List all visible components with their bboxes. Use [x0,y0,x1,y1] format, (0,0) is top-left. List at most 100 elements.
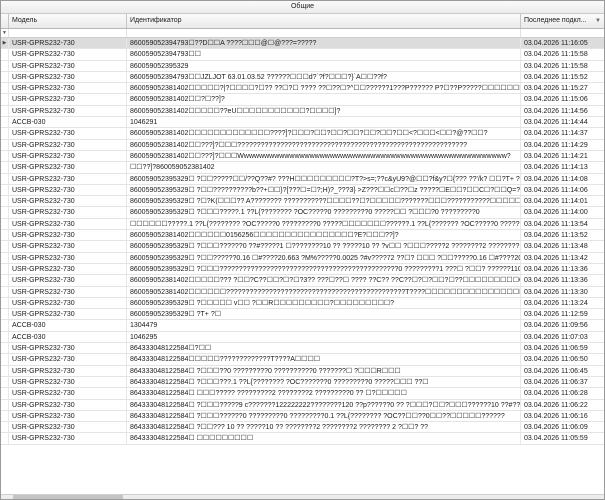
table-row[interactable]: USR-GPRS232-730 860059052395329☐ ?T+ ?☐ 03… [1,309,604,321]
cell-model[interactable]: USR-GPRS232-730 [9,388,127,399]
cell-last-connection[interactable]: 03.04.2026 11:09:56 [521,320,604,330]
cell-identifier[interactable]: 864333048122584☐☐☐☐☐?????????????T????A☐… [127,354,521,365]
table-row[interactable]: USR-GPRS232-730 860059052395329 03.04.2026… [1,60,604,72]
row-indicator[interactable] [1,173,9,184]
cell-identifier[interactable]: 864333048122584☐ ?☐☐??? 10 ?? ?????10 ??… [127,422,521,433]
cell-last-connection[interactable]: 03.04.2026 11:13:24 [521,298,604,308]
funnel-icon[interactable]: ▼ [1,29,9,37]
cell-identifier[interactable]: 1046291 [127,117,521,128]
row-indicator[interactable] [1,297,9,309]
table-row[interactable]: USR-GPRS232-730 ☐☐☐☐☐☐?????.1 ??L{???????… [1,218,604,231]
cell-model[interactable]: USR-GPRS232-730 [9,297,127,309]
cell-identifier[interactable]: 860059052381402☐☐☐☐☐??? ?☐☐?C??☐☐?☐?☐?3?… [127,275,521,286]
table-row[interactable]: ▶ USR-GPRS232-730 860059052394793☐??D☐☐A ?… [1,38,604,50]
cell-last-connection[interactable]: 03.04.2026 11:14:37 [521,128,604,138]
cell-last-connection[interactable]: 03.04.2026 11:06:16 [521,411,604,421]
table-row[interactable]: USR-GPRS232-730 860059052395329☐ ?☐☐?????… [1,173,604,185]
row-indicator[interactable] [1,309,9,320]
cell-model[interactable]: USR-GPRS232-730 [9,275,127,286]
cell-last-connection[interactable]: 03.04.2026 11:05:59 [521,433,604,443]
cell-model[interactable]: USR-GPRS232-730 [9,60,127,71]
cell-identifier[interactable]: 860059052395329☐ ?☐☐☐?????.1 ??L{???????… [127,207,521,218]
filter-cell-last-connection[interactable] [521,29,604,37]
cell-last-connection[interactable]: 03.04.2026 11:14:21 [521,151,604,161]
cell-identifier[interactable]: 860059052395329☐ ?T+ ?☐ [127,309,521,320]
cell-identifier[interactable]: 860059052395329☐ ?☐☐??????????b??+☐☐}?[?… [127,184,521,196]
table-row[interactable]: USR-GPRS232-730 860059052394793☐☐JZLJOT 6… [1,71,604,84]
cell-identifier[interactable]: 860059052395329☐ ?☐☐??????0.16 ☐#????20.… [127,252,521,263]
cell-identifier[interactable]: 860059052394793☐☐ [127,49,521,60]
cell-last-connection[interactable]: 03.04.2026 11:14:44 [521,117,604,127]
cell-last-connection[interactable]: 03.04.2026 11:14:08 [521,174,604,184]
table-row[interactable]: USR-GPRS232-730 860059052381402☐☐???]?☐☐☐… [1,139,604,151]
cell-identifier[interactable]: 860059052395329☐ ?☐☐?????☐☐/??Q??#? ???H… [127,173,521,184]
row-indicator[interactable] [1,275,9,286]
row-indicator[interactable] [1,354,9,365]
row-indicator[interactable] [1,71,9,83]
cell-model[interactable]: USR-GPRS232-730 [9,286,127,297]
cell-identifier[interactable]: 1304479 [127,320,521,331]
row-indicator[interactable] [1,241,9,252]
table-row[interactable]: USR-GPRS232-730 864333048122584☐ ?☐☐☐??0 … [1,365,604,377]
cell-model[interactable]: USR-GPRS232-730 [9,49,127,60]
row-indicator[interactable] [1,320,9,331]
row-indicator[interactable] [1,331,9,343]
table-row[interactable]: USR-GPRS232-730 860059052395329☐ ?☐☐☐????… [1,241,604,253]
row-indicator[interactable] [1,218,9,230]
cell-last-connection[interactable]: 03.04.2026 11:07:03 [521,332,604,342]
cell-model[interactable]: USR-GPRS232-730 [9,343,127,354]
cell-model[interactable]: USR-GPRS232-730 [9,207,127,218]
cell-model[interactable]: USR-GPRS232-730 [9,241,127,252]
cell-last-connection[interactable]: 03.04.2026 11:13:54 [521,219,604,229]
table-row[interactable]: USR-GPRS232-730 860059052395329☐ ?☐☐?????… [1,184,604,197]
cell-model[interactable]: USR-GPRS232-730 [9,128,127,139]
cell-model[interactable]: USR-GPRS232-730 [9,71,127,83]
cell-model[interactable]: USR-GPRS232-730 [9,399,127,410]
cell-model[interactable]: USR-GPRS232-730 [9,218,127,230]
row-indicator[interactable] [1,49,9,60]
cell-identifier[interactable]: 860059052394793☐??D☐☐A ????☐☐☐@☐@???=???… [127,38,521,49]
cell-last-connection[interactable]: 03.04.2026 11:06:50 [521,354,604,364]
cell-model[interactable]: USR-GPRS232-730 [9,139,127,150]
cell-model[interactable]: USR-GPRS232-730 [9,309,127,320]
cell-model[interactable]: USR-GPRS232-730 [9,410,127,422]
table-row[interactable]: USR-GPRS232-730 864333048122584☐ ☐☐☐☐☐☐☐☐… [1,433,604,445]
cell-model[interactable]: USR-GPRS232-730 [9,422,127,433]
cell-identifier[interactable]: 864333048122584☐ ?☐☐☐??0 ?????????0 ????… [127,365,521,376]
cell-model[interactable]: USR-GPRS232-730 [9,252,127,263]
row-indicator[interactable] [1,94,9,105]
filter-cell-identifier[interactable] [127,29,521,37]
cell-last-connection[interactable]: 03.04.2026 11:13:30 [521,287,604,297]
row-indicator[interactable] [1,150,9,162]
cell-last-connection[interactable]: 03.04.2026 11:13:36 [521,275,604,285]
cell-last-connection[interactable]: 03.04.2026 11:06:37 [521,377,604,387]
cell-identifier[interactable]: 860059052381402☐☐☐☐☐??eU☐☐☐☐☐☐☐☐☐☐☐?☐☐☐☐… [127,105,521,117]
cell-model[interactable]: USR-GPRS232-730 [9,230,127,241]
cell-last-connection[interactable]: 03.04.2026 11:15:58 [521,49,604,59]
cell-last-connection[interactable]: 03.04.2026 11:14:06 [521,185,604,195]
cell-model[interactable]: USR-GPRS232-730 [9,184,127,196]
cell-model[interactable]: USR-GPRS232-730 [9,94,127,105]
filter-cell-model[interactable] [9,29,127,37]
row-indicator[interactable] [1,162,9,173]
cell-model[interactable]: USR-GPRS232-730 [9,150,127,162]
row-indicator[interactable] [1,376,9,388]
table-row[interactable]: USR-GPRS232-730 860059052381402☐☐☐☐☐?|?☐☐… [1,83,604,95]
cell-last-connection[interactable]: 03.04.2026 11:14:29 [521,140,604,150]
table-row[interactable]: USR-GPRS232-730 864333048122584☐ ?☐☐??? 1… [1,422,604,434]
cell-model[interactable]: ACCB-030 [9,320,127,331]
cell-last-connection[interactable]: 03.04.2026 11:14:56 [521,106,604,116]
cell-identifier[interactable]: 860059052395329☐ ?☐?K(☐☐☐?? A???????? ??… [127,196,521,207]
cell-last-connection[interactable]: 03.04.2026 11:15:58 [521,61,604,71]
table-row[interactable]: USR-GPRS232-730 860059052395329☐ ?☐☐☐☐☐ v… [1,297,604,310]
cell-identifier[interactable]: 864333048122584☐ ☐☐☐☐☐☐☐☐☐ [127,433,521,444]
row-indicator[interactable] [1,422,9,433]
cell-model[interactable]: USR-GPRS232-730 [9,263,127,275]
cell-model[interactable]: USR-GPRS232-730 [9,196,127,207]
cell-model[interactable]: ACCB-030 [9,331,127,343]
cell-identifier[interactable]: 860059052381402☐☐☐☐☐☐☐☐☐☐☐☐☐????]?☐☐☐?☐☐… [127,128,521,139]
table-row[interactable]: USR-GPRS232-730 860059052381402☐☐☐☐☐??eU☐… [1,105,604,118]
row-indicator[interactable] [1,83,9,94]
cell-identifier[interactable]: 864333048122584☐ ☐☐☐????? ?????????2 ???… [127,388,521,399]
row-indicator[interactable] [1,117,9,128]
